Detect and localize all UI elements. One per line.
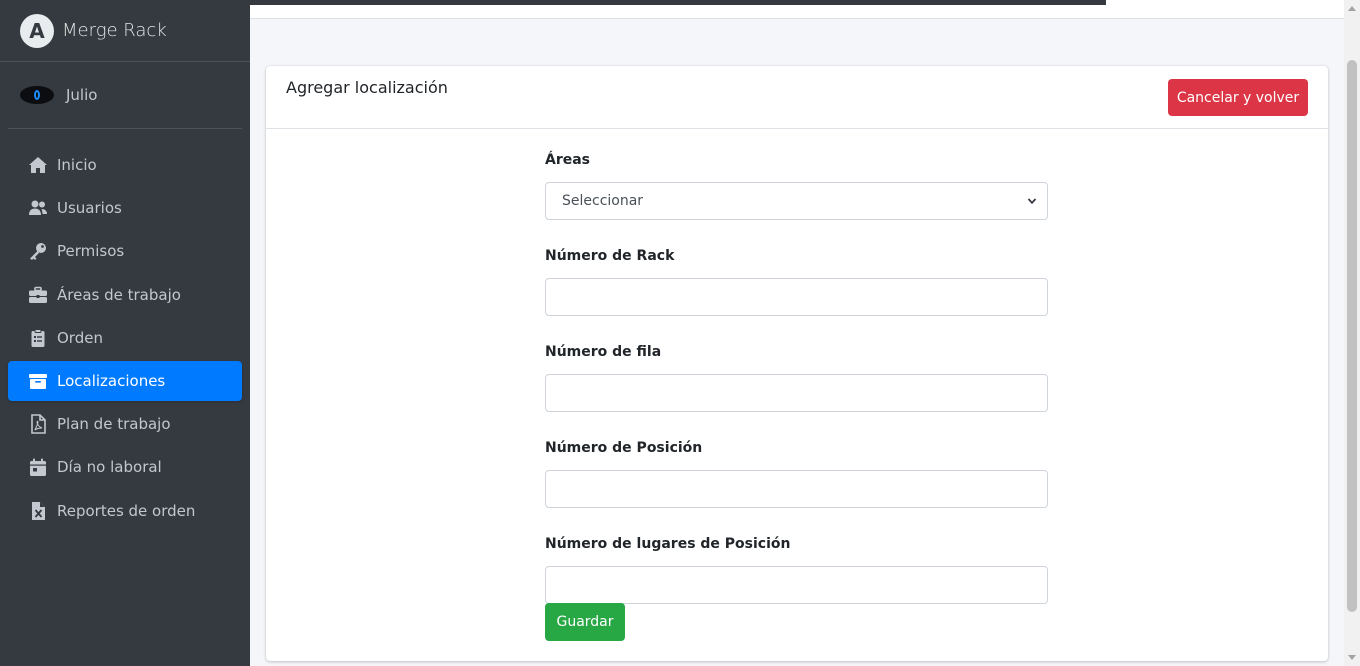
sidebar-item-label: Usuarios <box>57 199 122 218</box>
card-title: Agregar localización <box>286 78 448 97</box>
calendar-icon <box>28 457 48 477</box>
scrollbar-thumb[interactable] <box>1347 60 1357 612</box>
sidebar-item-label: Localizaciones <box>57 371 166 390</box>
sidebar-item-label: Áreas de trabajo <box>57 285 181 304</box>
position-number-label: Número de Posición <box>545 440 703 456</box>
brand-logo-icon: A <box>20 13 54 48</box>
save-button[interactable]: Guardar <box>545 603 625 641</box>
user-name: Julio <box>66 86 98 104</box>
rack-number-label: Número de Rack <box>545 248 675 264</box>
clipboard-icon <box>28 328 48 348</box>
position-number-input[interactable] <box>545 470 1048 508</box>
sidebar-item-dia-no-laboral[interactable]: Día no laboral <box>8 447 242 487</box>
cancel-and-return-button[interactable]: Cancelar y volver <box>1168 79 1308 116</box>
areas-select-value: Seleccionar <box>562 193 644 209</box>
sidebar-item-label: Reportes de orden <box>57 501 196 520</box>
sidebar-nav: Inicio Usuarios Permisos Áreas de trabaj… <box>8 145 242 534</box>
top-navbar-border <box>250 0 1106 5</box>
page-scrollbar[interactable] <box>1344 0 1360 666</box>
sidebar-item-usuarios[interactable]: Usuarios <box>8 188 242 228</box>
sidebar-item-localizaciones[interactable]: Localizaciones <box>8 360 242 401</box>
user-panel[interactable]: Julio <box>8 62 242 129</box>
location-form: Áreas Seleccionar Número de Rack Número … <box>545 152 1048 632</box>
card-header: Agregar localización Cancelar y volver <box>266 66 1328 129</box>
user-avatar-icon <box>20 86 54 104</box>
key-icon <box>28 241 48 261</box>
home-icon <box>28 155 48 175</box>
areas-select[interactable]: Seleccionar <box>545 182 1048 220</box>
sidebar-item-label: Día no laboral <box>57 458 162 477</box>
sidebar-item-orden[interactable]: Orden <box>8 318 242 358</box>
sidebar: A Merge Rack Julio Inicio Usuarios Permi… <box>0 0 250 666</box>
rack-number-input[interactable] <box>545 278 1048 316</box>
scroll-down-arrow-icon[interactable] <box>1348 655 1356 660</box>
file-pdf-icon <box>28 414 48 434</box>
brand-link[interactable]: A Merge Rack <box>0 0 250 62</box>
position-slots-label: Número de lugares de Posición <box>545 536 791 552</box>
row-number-input[interactable] <box>545 374 1048 412</box>
file-excel-icon <box>28 501 48 521</box>
briefcase-icon <box>28 285 48 305</box>
sidebar-item-reportes-de-orden[interactable]: Reportes de orden <box>8 491 242 531</box>
sidebar-item-label: Plan de trabajo <box>57 415 171 434</box>
sidebar-item-inicio[interactable]: Inicio <box>8 145 242 185</box>
users-icon <box>28 198 48 218</box>
add-location-card: Agregar localización Cancelar y volver Á… <box>266 66 1328 661</box>
sidebar-item-label: Orden <box>57 328 103 347</box>
sidebar-item-label: Permisos <box>57 242 125 261</box>
archive-icon <box>28 371 48 391</box>
sidebar-item-permisos[interactable]: Permisos <box>8 231 242 271</box>
sidebar-item-label: Inicio <box>57 156 97 174</box>
scroll-up-arrow-icon[interactable] <box>1348 6 1356 11</box>
sidebar-item-plan-de-trabajo[interactable]: Plan de trabajo <box>8 404 242 444</box>
top-navbar <box>250 0 1344 19</box>
row-number-label: Número de fila <box>545 344 662 360</box>
areas-label: Áreas <box>545 152 591 168</box>
sidebar-item-areas-de-trabajo[interactable]: Áreas de trabajo <box>8 275 242 315</box>
brand-name: Merge Rack <box>62 20 167 41</box>
chevron-down-icon <box>1027 198 1037 205</box>
position-slots-input[interactable] <box>545 566 1048 604</box>
